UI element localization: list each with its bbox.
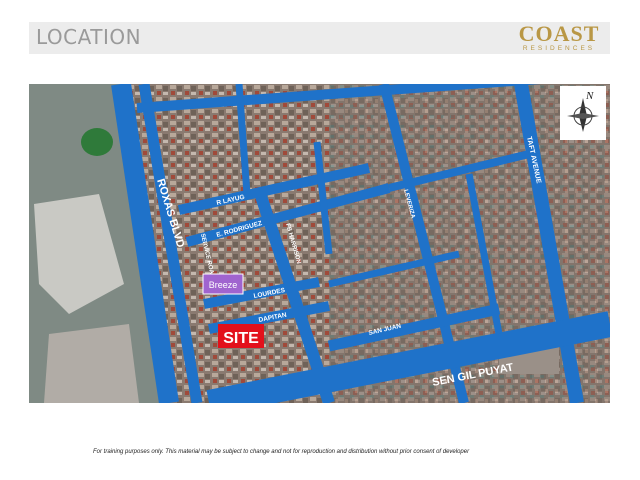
- site-label: SITE: [223, 330, 259, 347]
- page-title: LOCATION: [36, 25, 142, 49]
- marker-site: SITE: [218, 324, 264, 348]
- logo-subtitle: RESIDENCES: [522, 45, 596, 52]
- logo-name: COAST: [518, 21, 600, 46]
- brand-logo: COAST RESIDENCES: [514, 21, 604, 53]
- disclaimer-text: For training purposes only. This materia…: [93, 449, 470, 455]
- stadium: [81, 128, 113, 156]
- breeze-label: Breeze: [209, 280, 238, 290]
- map-canvas: N ROXAS BLVD SERVICE ROAD FB HARRISON LE…: [29, 84, 610, 403]
- compass-label: N: [585, 90, 594, 102]
- southwest-buildings: [44, 324, 139, 403]
- compass-rose: N: [560, 86, 606, 140]
- location-map: N ROXAS BLVD SERVICE ROAD FB HARRISON LE…: [29, 84, 610, 403]
- marker-breeze: Breeze: [202, 273, 244, 295]
- header-bar: LOCATION COAST RESIDENCES: [29, 22, 610, 54]
